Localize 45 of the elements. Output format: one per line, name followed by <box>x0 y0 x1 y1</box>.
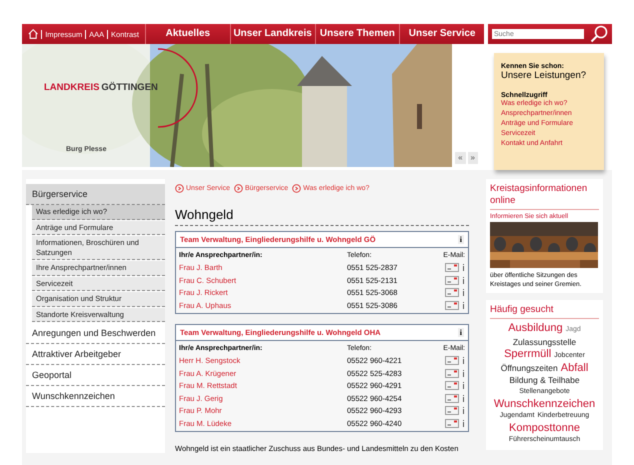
info-icon <box>462 357 465 364</box>
tag-link[interactable]: Abfall <box>560 362 588 374</box>
panel-title[interactable]: Kreistagsinformationen online <box>490 183 599 210</box>
info-icon <box>462 289 465 296</box>
home-icon[interactable] <box>28 28 38 40</box>
info-icon <box>462 420 465 427</box>
tag-link[interactable]: Öffnungszeiten <box>500 362 558 374</box>
nav-item[interactable]: Unser Service <box>400 24 484 44</box>
envelope-icon[interactable] <box>445 288 459 298</box>
envelope-icon[interactable] <box>445 276 459 285</box>
arrow-circle-icon <box>234 184 243 193</box>
tag-link[interactable]: Bildung & Teilhabe <box>509 374 580 386</box>
circle-arc-icon <box>156 48 198 128</box>
info-icon <box>462 276 465 284</box>
search-icon[interactable] <box>590 25 608 43</box>
envelope-icon[interactable] <box>445 381 459 390</box>
panel-title: Häufig gesucht <box>490 304 599 319</box>
tag-link[interactable]: Ausbildung <box>508 322 563 334</box>
envelope-icon[interactable] <box>445 263 459 272</box>
info-icon <box>462 407 465 414</box>
previous-button[interactable]: « <box>455 152 466 164</box>
envelope-icon[interactable] <box>445 356 459 366</box>
envelope-icon[interactable] <box>445 418 459 428</box>
tag-link[interactable]: Komposttonne <box>509 422 580 434</box>
tag-link[interactable]: Wunschkennzeichen <box>494 398 596 410</box>
info-icon <box>462 264 465 272</box>
logo-text: LANDKREIS <box>44 82 100 93</box>
info-button[interactable]: i <box>458 235 464 244</box>
arrow-circle-icon <box>292 184 302 193</box>
envelope-icon[interactable] <box>445 368 459 378</box>
info-icon <box>462 382 465 390</box>
tag-link[interactable]: Sperrmüll <box>504 348 552 360</box>
note-title: Unsere Leistungen? <box>501 70 586 81</box>
envelope-icon[interactable] <box>445 406 459 416</box>
next-button[interactable]: » <box>468 152 478 164</box>
envelope-icon[interactable] <box>445 394 459 403</box>
info-icon <box>462 302 465 309</box>
info-icon <box>462 394 465 402</box>
page-heading: Wohngeld <box>175 207 469 226</box>
sidebar-item[interactable]: Bürgerservice <box>26 184 165 205</box>
arrow-circle-icon <box>175 184 184 193</box>
tag-link[interactable]: Zulassungsstelle <box>512 336 576 348</box>
info-icon <box>462 370 465 377</box>
envelope-icon[interactable] <box>445 300 459 310</box>
info-button[interactable]: i <box>458 328 464 337</box>
